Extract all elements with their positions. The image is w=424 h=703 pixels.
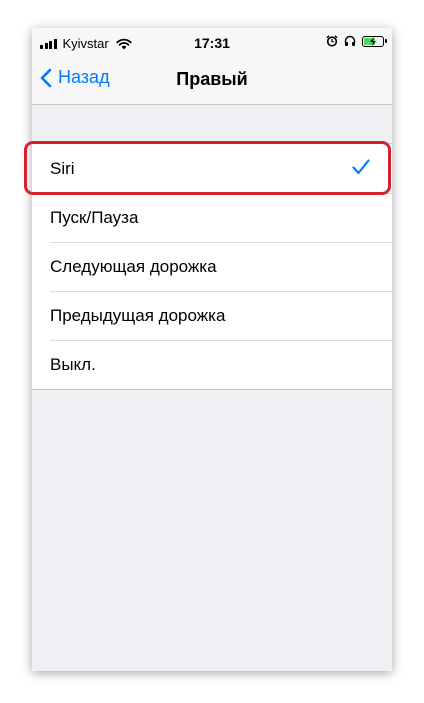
phone-screen: Kyivstar 17:31 Назад Правый Siri Пуск/Па… bbox=[32, 28, 392, 671]
options-list: Siri Пуск/Пауза Следующая дорожка Предыд… bbox=[32, 143, 392, 390]
option-label: Следующая дорожка bbox=[50, 256, 217, 276]
option-previous-track[interactable]: Предыдущая дорожка bbox=[32, 291, 392, 340]
page-title: Правый bbox=[176, 69, 248, 89]
status-right bbox=[326, 35, 387, 47]
option-label: Пуск/Пауза bbox=[50, 207, 139, 227]
option-label: Выкл. bbox=[50, 354, 96, 374]
alarm-icon bbox=[326, 35, 338, 47]
headphones-icon bbox=[344, 35, 356, 46]
option-label: Siri bbox=[50, 158, 75, 178]
option-siri[interactable]: Siri bbox=[32, 144, 392, 193]
option-off[interactable]: Выкл. bbox=[32, 340, 392, 389]
status-bar: Kyivstar 17:31 bbox=[32, 28, 392, 58]
checkmark-icon bbox=[352, 159, 370, 175]
option-label: Предыдущая дорожка bbox=[50, 305, 226, 325]
option-play-pause[interactable]: Пуск/Пауза bbox=[32, 193, 392, 242]
option-next-track[interactable]: Следующая дорожка bbox=[32, 242, 392, 291]
battery-charging-icon bbox=[362, 35, 387, 47]
navigation-bar: Назад Правый bbox=[32, 58, 392, 105]
